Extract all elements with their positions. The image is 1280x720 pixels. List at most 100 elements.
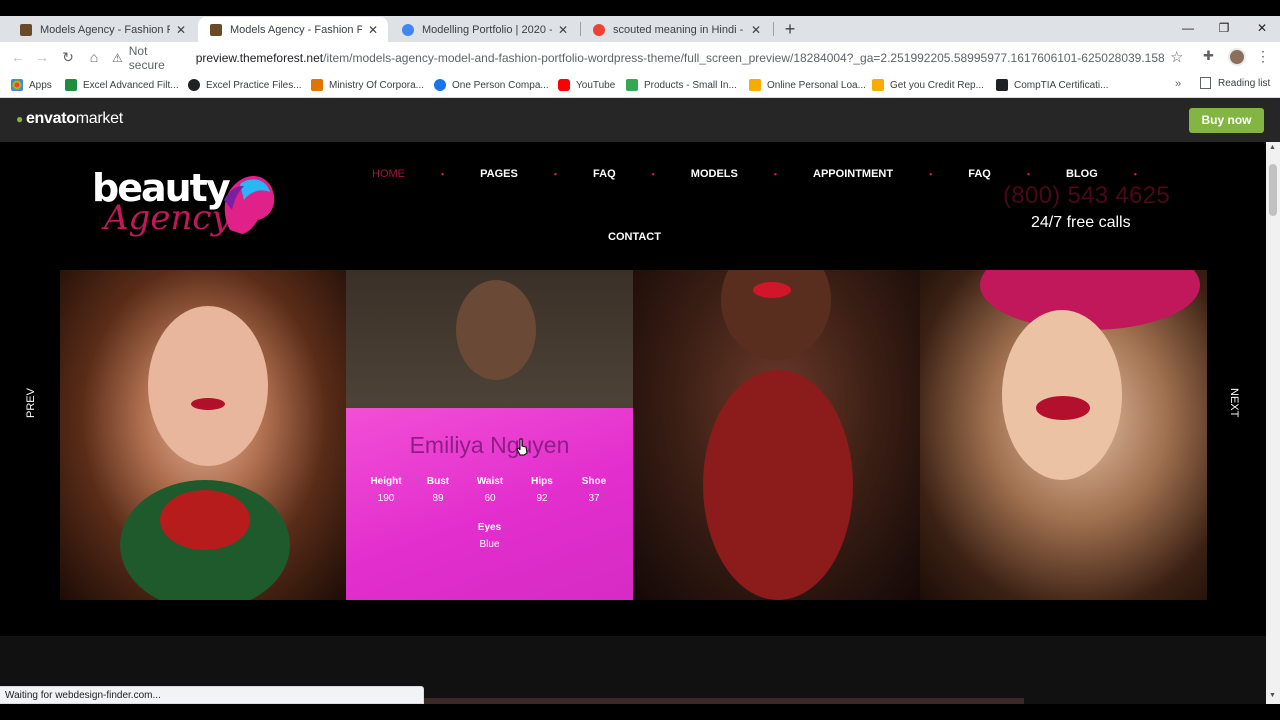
bookmark-label: Excel Advanced Filt... <box>83 79 179 91</box>
nav-faq-2[interactable]: FAQ <box>968 168 991 180</box>
model-info-overlay[interactable]: Emiliya Nguyen Height 190 Bust 89 Waist … <box>346 408 633 600</box>
model-stat: Waist 60 <box>464 476 516 504</box>
stat-label: Waist <box>476 476 504 487</box>
bookmark-item[interactable]: YouTube <box>558 77 615 93</box>
loan-icon <box>749 79 761 91</box>
address-bar[interactable]: ⚠ Not secure preview.themeforest.net /it… <box>112 44 1164 72</box>
envato-leaf-icon: ● <box>16 112 23 126</box>
model-stat: Hips 92 <box>516 476 568 504</box>
tab-close-icon[interactable]: ✕ <box>366 23 380 37</box>
tab-title: Models Agency - Fashion Portfolio <box>230 23 362 36</box>
browser-tab-3[interactable]: Modelling Portfolio | 2020 - Presto ✕ <box>390 17 578 42</box>
model-photo <box>148 306 268 466</box>
nav-contact[interactable]: CONTACT <box>608 231 661 243</box>
model-photo <box>1002 310 1122 480</box>
browser-tab-2-active[interactable]: Models Agency - Fashion Portfolio ✕ <box>198 17 388 42</box>
profile-avatar[interactable] <box>1228 48 1246 66</box>
slider-prev-button[interactable]: PREV <box>25 388 37 418</box>
stat-label: Shoe <box>581 476 607 487</box>
theme-preview-page: beauty Agency HOME • PAGES • FAQ • MODEL… <box>0 142 1266 704</box>
buy-now-button[interactable]: Buy now <box>1189 108 1264 133</box>
emblem-icon <box>311 79 323 91</box>
bookmark-label: Ministry Of Corpora... <box>329 79 425 91</box>
envato-market-logo[interactable]: ● envato market <box>16 110 123 128</box>
stat-value: 37 <box>588 493 600 504</box>
page-scrollbar[interactable]: ▲ ▼ <box>1266 142 1280 704</box>
scroll-down-arrow-icon[interactable]: ▼ <box>1269 692 1276 699</box>
apps-grid-icon <box>11 79 23 91</box>
tab-close-icon[interactable]: ✕ <box>174 23 188 37</box>
company-icon <box>434 79 446 91</box>
nav-faq[interactable]: FAQ <box>593 168 616 180</box>
model-stat: Bust 89 <box>412 476 464 504</box>
os-bottom-bar <box>0 704 1280 720</box>
bookmark-item[interactable]: Excel Advanced Filt... <box>65 77 179 93</box>
browser-status-bar: Waiting for webdesign-finder.com... <box>0 686 424 704</box>
stat-label: Hips <box>531 476 553 487</box>
excel-icon <box>65 79 77 91</box>
reading-list-button[interactable]: Reading list <box>1200 77 1270 89</box>
bookmark-label: YouTube <box>576 79 616 91</box>
bookmark-item[interactable]: Online Personal Loa... <box>749 77 866 93</box>
browser-tab-4[interactable]: scouted meaning in Hindi - Google ✕ <box>581 17 771 42</box>
bookmarks-overflow-chevron-icon[interactable]: » <box>1175 78 1181 90</box>
stat-label: Eyes <box>477 522 502 533</box>
model-card-3[interactable] <box>633 270 920 600</box>
model-name[interactable]: Emiliya Nguyen <box>346 432 633 459</box>
slider-next-button[interactable]: NEXT <box>1228 388 1240 417</box>
restore-button[interactable]: ❐ <box>1206 17 1242 39</box>
extensions-puzzle-icon[interactable]: ✚ <box>1203 48 1214 64</box>
beauty-agency-logo[interactable]: beauty Agency <box>92 166 282 250</box>
bookmark-apps[interactable]: Apps <box>11 77 52 93</box>
bookmark-item[interactable]: One Person Compa... <box>434 77 549 93</box>
google-icon <box>593 23 605 36</box>
model-card-1[interactable] <box>60 270 347 600</box>
phone-number[interactable]: (800) 543 4625 <box>1003 182 1170 210</box>
new-tab-button[interactable]: + <box>780 18 800 40</box>
bookmark-item[interactable]: Excel Practice Files... <box>188 77 302 93</box>
nav-separator-dot: • <box>1026 169 1031 179</box>
tab-close-icon[interactable]: ✕ <box>556 23 570 37</box>
not-secure-warning-icon[interactable]: ⚠ <box>112 51 123 65</box>
bookmark-label: CompTIA Certificati... <box>1014 79 1109 91</box>
tab-close-icon[interactable]: ✕ <box>749 23 763 37</box>
stat-value: 89 <box>432 493 444 504</box>
nav-pages[interactable]: PAGES <box>480 168 518 180</box>
browser-tab-1[interactable]: Models Agency - Fashion Portfolio ✕ <box>8 17 196 42</box>
nav-separator-dot: • <box>773 169 778 179</box>
url-domain: preview.themeforest.net <box>195 51 324 65</box>
model-photo-detail <box>753 282 791 298</box>
close-window-button[interactable]: ✕ <box>1244 17 1280 39</box>
model-card-4[interactable] <box>920 270 1207 600</box>
nav-models[interactable]: MODELS <box>691 168 738 180</box>
nav-home[interactable]: HOME <box>372 168 405 180</box>
bookmark-item[interactable]: CompTIA Certificati... <box>996 77 1108 93</box>
forward-arrow-icon[interactable]: → <box>32 47 52 67</box>
bookmark-item[interactable]: Get you Credit Rep... <box>872 77 984 93</box>
envato-preview-bar: ● envato market <box>0 98 1280 142</box>
more-menu-icon[interactable]: ⋮ <box>1256 48 1270 65</box>
credit-icon <box>872 79 884 91</box>
not-secure-label[interactable]: Not secure <box>129 44 184 72</box>
reload-icon[interactable]: ↻ <box>58 47 78 67</box>
bookmark-star-icon[interactable]: ☆ <box>1170 48 1183 66</box>
home-icon[interactable]: ⌂ <box>84 47 104 67</box>
stat-value: 190 <box>377 493 395 504</box>
tab-title: scouted meaning in Hindi - Google <box>613 23 745 36</box>
scrollbar-thumb[interactable] <box>1269 164 1277 216</box>
scroll-up-arrow-icon[interactable]: ▲ <box>1269 144 1276 151</box>
hand-pointer-icon <box>516 438 528 456</box>
stat-value: Blue <box>479 539 500 550</box>
nav-blog[interactable]: BLOG <box>1066 168 1098 180</box>
minimize-button[interactable]: — <box>1170 17 1206 39</box>
bookmark-item[interactable]: Ministry Of Corpora... <box>311 77 424 93</box>
back-arrow-icon[interactable]: ← <box>8 47 28 67</box>
reading-list-label: Reading list <box>1218 77 1271 89</box>
nav-separator-dot: • <box>1133 169 1137 179</box>
model-photo-detail <box>191 398 225 410</box>
bookmark-item[interactable]: Products - Small In... <box>626 77 737 93</box>
nav-separator-dot: • <box>651 169 655 179</box>
nav-separator-dot: • <box>929 169 933 179</box>
nav-appointment[interactable]: APPOINTMENT <box>813 168 893 180</box>
model-photo <box>456 280 536 380</box>
